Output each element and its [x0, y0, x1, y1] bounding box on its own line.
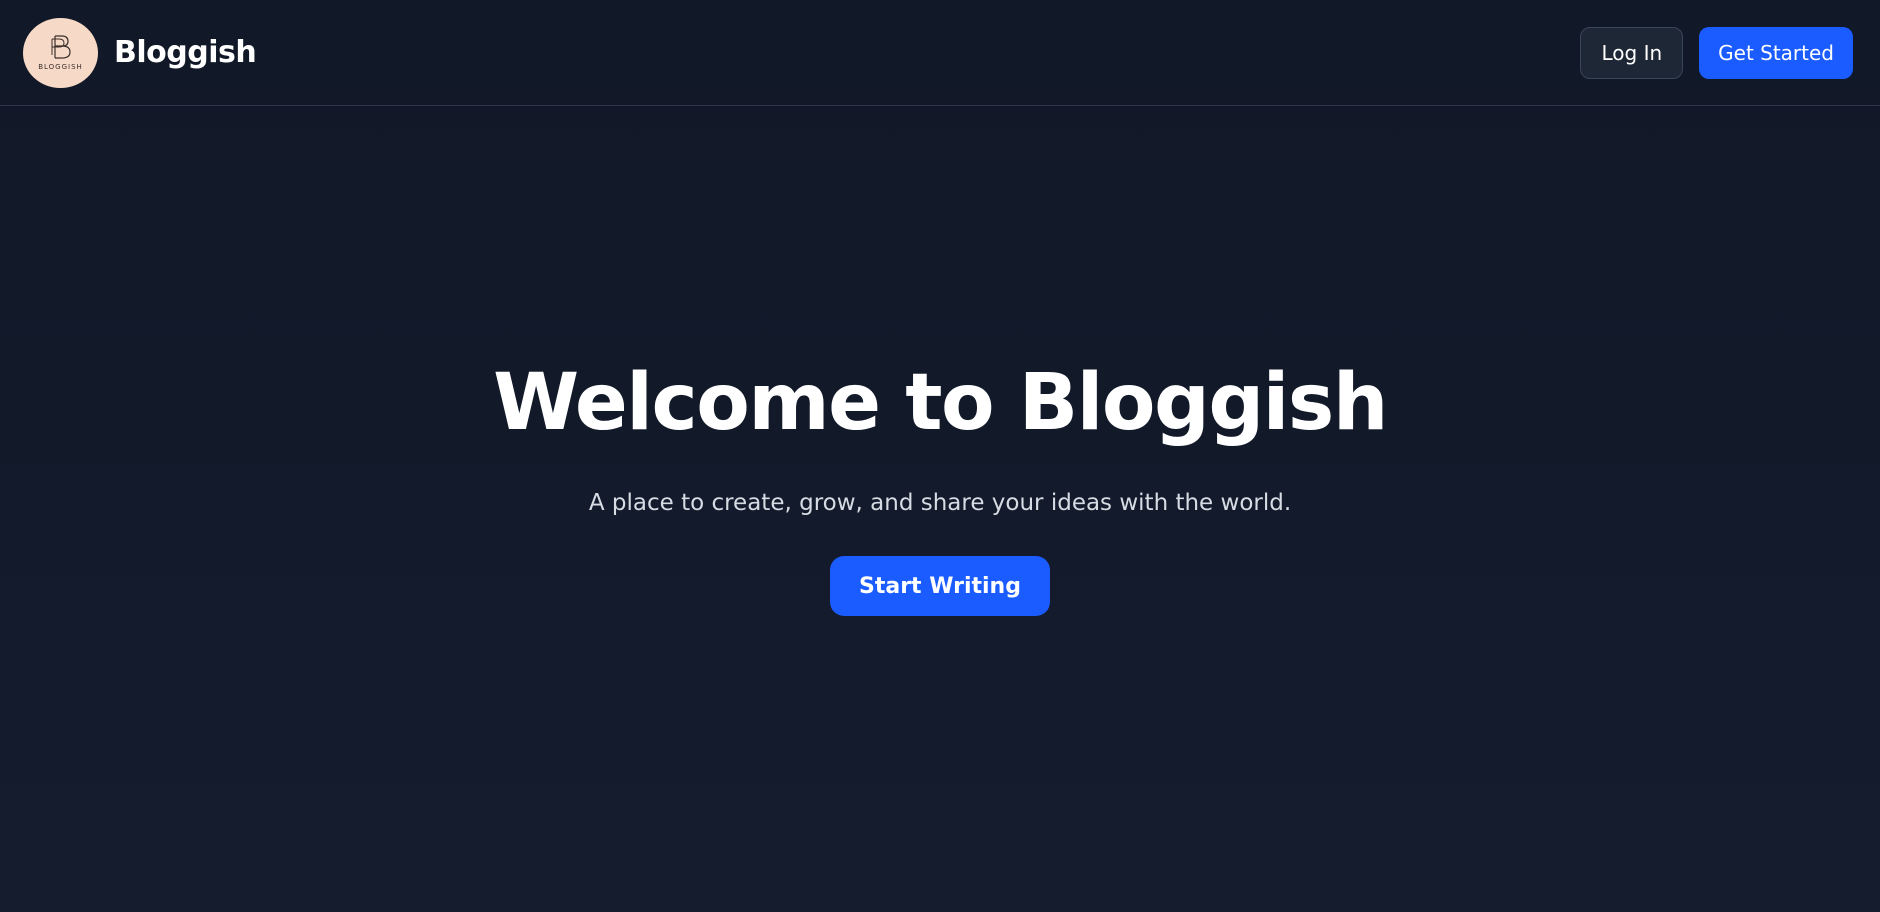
- landing-page: BLOGGISH Bloggish Log In Get Started Wel…: [0, 0, 1880, 912]
- brand-name[interactable]: Bloggish: [114, 35, 257, 70]
- start-writing-button[interactable]: Start Writing: [830, 556, 1050, 616]
- logo-wordmark: BLOGGISH: [38, 63, 83, 71]
- hero-subtitle: A place to create, grow, and share your …: [588, 490, 1292, 516]
- hero-section: Welcome to Bloggish A place to create, g…: [0, 106, 1880, 912]
- nav-actions: Log In Get Started: [1580, 26, 1853, 79]
- login-button[interactable]: Log In: [1580, 26, 1684, 79]
- bloggish-logo-icon[interactable]: BLOGGISH: [23, 17, 98, 88]
- brand[interactable]: BLOGGISH Bloggish: [23, 17, 257, 88]
- top-navbar: BLOGGISH Bloggish Log In Get Started: [0, 0, 1880, 106]
- b-monogram-icon: [51, 35, 71, 59]
- hero-title: Welcome to Bloggish: [493, 358, 1388, 448]
- get-started-button[interactable]: Get Started: [1699, 26, 1853, 79]
